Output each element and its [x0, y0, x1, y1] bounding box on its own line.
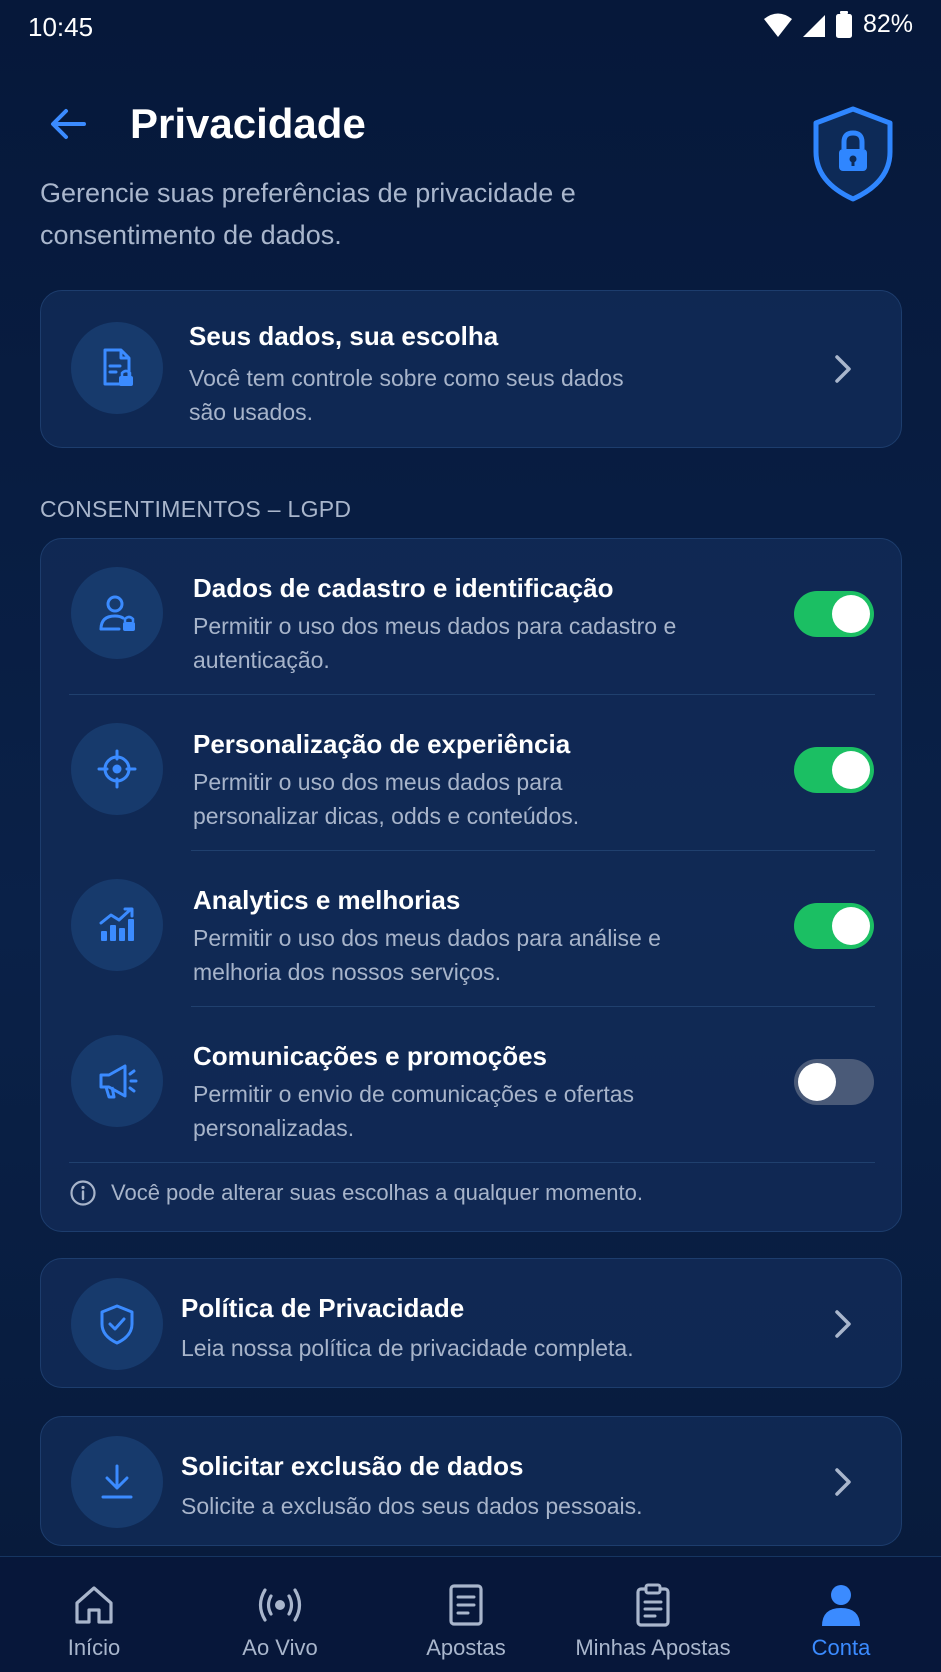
- battery-icon: [835, 10, 852, 38]
- nav-label: Conta: [811, 1635, 871, 1660]
- card-title: Política de Privacidade: [181, 1293, 465, 1323]
- consent-title: Personalização de experiência: [193, 729, 571, 759]
- nav-item-minhas-apostas[interactable]: Minhas Apostas: [568, 1557, 738, 1672]
- nav-item-ao-vivo[interactable]: Ao Vivo: [195, 1557, 365, 1672]
- chevron-right-icon[interactable]: [827, 1304, 857, 1344]
- divider: [69, 694, 875, 695]
- status-icons: 82%: [763, 10, 913, 39]
- nav-label: Ao Vivo: [242, 1635, 318, 1660]
- divider: [191, 850, 875, 851]
- arrow-left-icon: [51, 109, 86, 139]
- home-icon: [75, 1586, 113, 1624]
- consent-title: Comunicações e promoções: [193, 1041, 547, 1071]
- data-choice-card[interactable]: Seus dados, sua escolha Você tem control…: [40, 290, 902, 448]
- info-note: Você pode alterar suas escolhas a qualqu…: [69, 1179, 643, 1207]
- download-icon: [71, 1436, 163, 1528]
- megaphone-icon: [71, 1035, 163, 1127]
- back-button[interactable]: [44, 100, 92, 148]
- info-icon: [70, 1180, 96, 1206]
- card-title: Seus dados, sua escolha: [189, 321, 499, 351]
- consents-section-label: CONSENTIMENTOS – LGPD: [40, 496, 352, 522]
- chevron-right-icon[interactable]: [827, 349, 857, 389]
- consent-toggle-communications[interactable]: [794, 1059, 874, 1105]
- card-description: Solicite a exclusão dos seus dados pesso…: [181, 1493, 643, 1519]
- status-time: 10:45: [28, 12, 94, 42]
- consent-title: Dados de cadastro e identificação: [193, 573, 614, 603]
- account-icon: [822, 1585, 860, 1626]
- clipboard-icon: [636, 1583, 670, 1627]
- card-description: Leia nossa política de privacidade compl…: [181, 1335, 634, 1361]
- chevron-right-icon[interactable]: [827, 1462, 857, 1502]
- nav-item-apostas[interactable]: Apostas: [381, 1557, 551, 1672]
- page-title: Privacidade: [130, 100, 366, 147]
- document-lock-icon: [71, 322, 163, 414]
- card-title: Solicitar exclusão de dados: [181, 1451, 524, 1481]
- chart-icon: [71, 879, 163, 971]
- wifi-icon: [763, 13, 792, 37]
- privacy-policy-card[interactable]: Política de Privacidade Leia nossa polít…: [40, 1258, 902, 1388]
- nav-item-conta[interactable]: Conta: [756, 1557, 926, 1672]
- privacy-screen: 10:45 82% Privacidade Gerencie suas pref…: [0, 0, 941, 1672]
- nav-item-inicio[interactable]: Início: [9, 1557, 179, 1672]
- status-bar: 10:45 82%: [0, 0, 941, 56]
- nav-label: Apostas: [426, 1635, 506, 1660]
- toggle-knob: [798, 1063, 836, 1101]
- divider: [191, 1006, 875, 1007]
- consent-description: Permitir o uso dos meus dados para perso…: [193, 769, 580, 829]
- data-deletion-card[interactable]: Solicitar exclusão de dados Solicite a e…: [40, 1416, 902, 1546]
- shield-lock-icon: [808, 104, 898, 204]
- battery-percentage: 82%: [862, 10, 913, 38]
- consent-description: Permitir o envio de comunicações e ofert…: [193, 1081, 635, 1141]
- nav-label: Minhas Apostas: [575, 1635, 731, 1660]
- toggle-knob: [832, 595, 870, 633]
- shield-check-icon: [71, 1278, 163, 1370]
- consent-title: Analytics e melhorias: [193, 885, 461, 915]
- page-subtitle: Gerencie suas preferências de privacidad…: [40, 178, 576, 250]
- consent-toggle-analytics[interactable]: [794, 903, 874, 949]
- bottom-nav: Início Ao Vivo Apostas Minhas Apostas Co…: [0, 1556, 941, 1672]
- consent-toggle-registration[interactable]: [794, 591, 874, 637]
- consent-description: Permitir o uso dos meus dados para análi…: [193, 925, 661, 985]
- user-lock-icon: [71, 567, 163, 659]
- divider: [69, 1162, 875, 1163]
- signal-icon: [802, 14, 825, 37]
- live-icon: [258, 1588, 302, 1622]
- card-description: Você tem controle sobre como seus dados …: [189, 365, 624, 425]
- consents-card: Dados de cadastro e identificação Permit…: [40, 538, 902, 1232]
- consent-toggle-personalization[interactable]: [794, 747, 874, 793]
- toggle-knob: [832, 907, 870, 945]
- consent-description: Permitir o uso dos meus dados para cadas…: [193, 613, 677, 673]
- nav-label: Início: [67, 1635, 121, 1660]
- info-note-text: Você pode alterar suas escolhas a qualqu…: [111, 1180, 643, 1205]
- toggle-knob: [832, 751, 870, 789]
- target-icon: [71, 723, 163, 815]
- document-icon: [449, 1584, 483, 1626]
